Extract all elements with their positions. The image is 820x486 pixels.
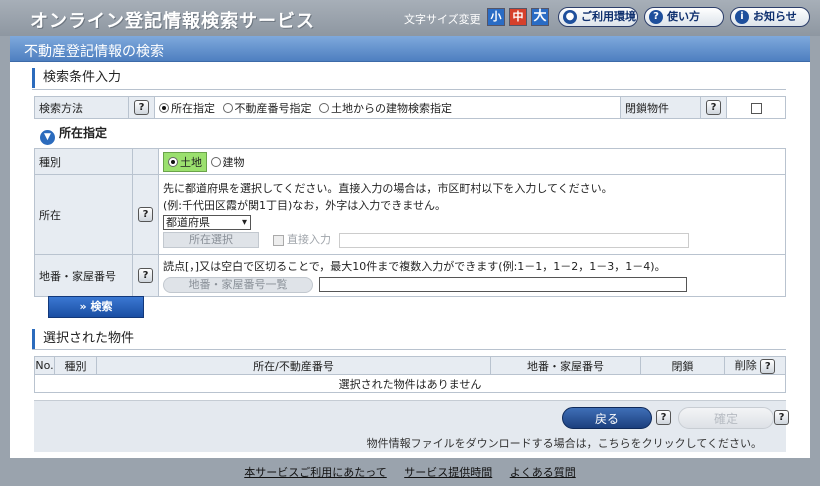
help-icon[interactable]: ?: [138, 268, 153, 283]
question-icon: ?: [649, 10, 663, 24]
search-method-options: 所在指定 不動産番号指定 土地からの建物検索指定: [154, 96, 621, 119]
download-link[interactable]: 物件情報ファイルをダウンロードする場合は，こちらをクリックしてください。: [367, 435, 762, 451]
lot-label: 地番・家屋番号: [34, 254, 133, 297]
info-icon: i: [735, 10, 749, 24]
empty-message: 選択された物件はありません: [34, 374, 786, 393]
page-title: 不動産登記情報の検索: [24, 44, 164, 60]
page-banner: 不動産登記情報の検索: [10, 36, 810, 62]
link-service-hours[interactable]: サービス提供時間: [404, 466, 492, 479]
radio-icon: [159, 102, 169, 113]
environment-label: ご利用環境: [581, 10, 636, 23]
location-section-title: 所在指定: [59, 126, 108, 140]
radio-icon: [319, 102, 329, 113]
selected-section-title: 選択された物件: [32, 329, 134, 349]
chat-bubble-icon: ●: [563, 10, 577, 24]
location-note-1: 先に都道府県を選択してください。直接入力の場合は，市区町村以下を入力してください…: [163, 182, 613, 195]
chevron-down-icon: ▼: [40, 130, 55, 145]
location-section-header: ▼ 所在指定: [40, 124, 107, 145]
radio-icon: [222, 102, 233, 113]
table-header-row: No. 種別 所在/不動産番号 地番・家屋番号 閉鎖 削除 ?: [34, 356, 786, 375]
type-radio-building[interactable]: 建物: [210, 156, 245, 169]
main-panel: 不動産登記情報の検索 検索条件入力 検索方法 ? 所在指定 不動産番号指定 土地…: [10, 36, 810, 458]
action-bar: 戻る ? 確定 ? 物件情報ファイルをダウンロードする場合は，こちらをクリックし…: [34, 400, 789, 452]
closed-checkbox[interactable]: [750, 102, 762, 114]
method-radio-location[interactable]: 所在指定: [159, 102, 215, 115]
font-size-label: 文字サイズ変更: [404, 13, 481, 26]
col-no: No.: [34, 356, 55, 375]
font-size-small-button[interactable]: 小: [487, 8, 505, 26]
radio-icon: [168, 156, 178, 167]
col-delete: 削除 ?: [724, 356, 786, 375]
link-terms[interactable]: 本サービスご利用にあたって: [244, 466, 386, 479]
news-button[interactable]: i お知らせ: [730, 7, 810, 27]
header-bar: オンライン登記情報検索サービス 文字サイズ変更 小 中 大 ● ご利用環境 ? …: [0, 0, 820, 36]
environment-button[interactable]: ● ご利用環境: [558, 7, 638, 27]
lot-list-button[interactable]: 地番・家屋番号一覧: [163, 276, 313, 293]
link-faq[interactable]: よくある質問: [510, 466, 576, 479]
location-note-2: (例:千代田区霞が関1丁目)なお，外字は入力できません。: [163, 199, 446, 212]
help-icon[interactable]: ?: [706, 100, 721, 115]
search-button[interactable]: » 検索: [48, 296, 144, 318]
help-label: 使い方: [667, 10, 700, 23]
table-row: 選択された物件はありません: [34, 374, 786, 393]
help-icon[interactable]: ?: [134, 100, 149, 115]
section-divider: [32, 89, 786, 90]
conditions-section-title: 検索条件入力: [32, 68, 121, 88]
help-icon[interactable]: ?: [656, 410, 671, 425]
method-radio-number[interactable]: 不動産番号指定: [222, 102, 312, 115]
direct-input-checkbox[interactable]: [272, 234, 284, 246]
direct-input-label: 直接入力: [287, 233, 331, 246]
location-table: 種別 土地 建物 所在 ? 先に都道府県を選択してください。直接入力の場合は，市…: [34, 148, 786, 297]
col-closed: 閉鎖: [640, 356, 725, 375]
help-icon[interactable]: ?: [760, 359, 776, 374]
lot-number-input[interactable]: [318, 277, 687, 292]
lot-note: 読点[，]又は空白で区切ることで，最大10件まで複数入力ができます(例:1－1，…: [163, 259, 666, 273]
help-icon[interactable]: ?: [138, 207, 153, 222]
selected-properties-table: No. 種別 所在/不動産番号 地番・家屋番号 閉鎖 削除 ? 選択された物件は…: [34, 356, 786, 393]
prefecture-select[interactable]: 都道府県: [163, 215, 251, 230]
type-label: 種別: [34, 148, 133, 175]
radio-icon: [210, 156, 221, 167]
direct-input-field[interactable]: [338, 232, 689, 248]
method-radio-building[interactable]: 土地からの建物検索指定: [319, 102, 452, 115]
closed-label: 閉鎖物件: [620, 96, 701, 119]
search-method-table: 検索方法 ? 所在指定 不動産番号指定 土地からの建物検索指定 閉鎖物件 ?: [34, 96, 786, 119]
app-title: オンライン登記情報検索サービス: [30, 11, 315, 32]
search-method-label: 検索方法: [34, 96, 129, 119]
type-radio-land[interactable]: 土地: [163, 151, 207, 172]
confirm-button[interactable]: 確定: [678, 407, 774, 429]
col-location: 所在/不動産番号: [96, 356, 491, 375]
news-label: お知らせ: [753, 10, 797, 23]
help-button[interactable]: ? 使い方: [644, 7, 724, 27]
font-size-medium-button[interactable]: 中: [509, 8, 527, 26]
bottom-links: 本サービスご利用にあたって サービス提供時間 よくある質問: [0, 464, 820, 480]
font-size-large-button[interactable]: 大: [531, 8, 549, 26]
location-select-button[interactable]: 所在選択: [163, 232, 259, 248]
type-options: 土地 建物: [158, 148, 786, 175]
col-type: 種別: [54, 356, 97, 375]
location-label: 所在: [34, 174, 133, 255]
back-button[interactable]: 戻る: [562, 407, 652, 429]
help-icon[interactable]: ?: [774, 410, 789, 425]
section-divider: [32, 349, 786, 350]
col-lot: 地番・家屋番号: [490, 356, 641, 375]
